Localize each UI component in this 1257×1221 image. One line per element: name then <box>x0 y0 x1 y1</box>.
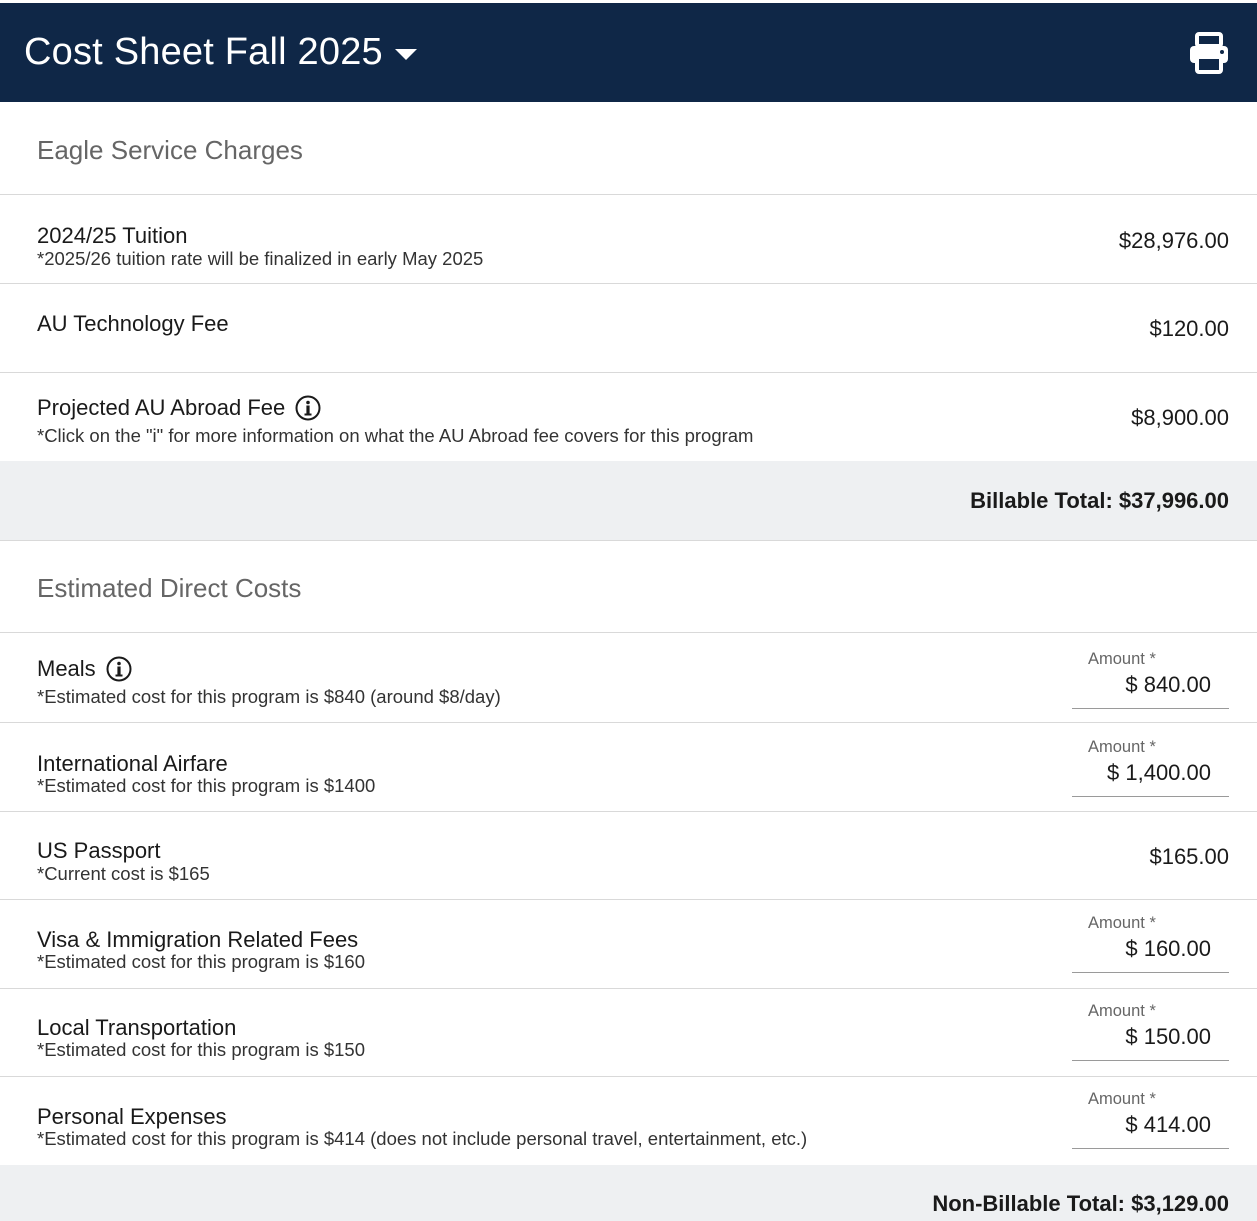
cost-sheet-page: Cost Sheet Fall 2025 Eagle Service Charg… <box>0 0 1257 1221</box>
row-label: US Passport <box>37 838 161 864</box>
personal-expenses-amount-input[interactable]: Amount * $ 414.00 <box>1072 1090 1229 1149</box>
term-selector[interactable]: Cost Sheet Fall 2025 <box>24 31 417 74</box>
cost-row-abroad-fee: Projected AU Abroad Fee *Click on the "i… <box>0 373 1257 462</box>
cost-row-technology-fee: AU Technology Fee $120.00 <box>0 284 1257 373</box>
amount-value[interactable]: $ 840.00 <box>1125 672 1211 698</box>
section-title: Eagle Service Charges <box>37 135 303 165</box>
amount-label: Amount * <box>1088 738 1156 756</box>
row-note: *Current cost is $165 <box>37 863 210 884</box>
row-label-text: Meals <box>37 656 96 681</box>
cost-row-tuition: 2024/25 Tuition *2025/26 tuition rate wi… <box>0 195 1257 284</box>
page-header: Cost Sheet Fall 2025 <box>0 3 1257 102</box>
amount-label: Amount * <box>1088 914 1156 932</box>
row-label: Projected AU Abroad Fee <box>37 395 321 421</box>
row-label: Personal Expenses <box>37 1104 227 1130</box>
row-label: Meals <box>37 656 132 682</box>
row-note: *Estimated cost for this program is $150 <box>37 1039 366 1060</box>
row-label: AU Technology Fee <box>37 311 229 337</box>
local-transportation-amount-input[interactable]: Amount * $ 150.00 <box>1072 1002 1229 1061</box>
row-label-text: Personal Expenses <box>37 1104 227 1129</box>
row-label: International Airfare <box>37 751 228 777</box>
amount-label: Amount * <box>1088 1090 1156 1108</box>
row-value: $165.00 <box>1149 844 1229 869</box>
section-heading-direct: Estimated Direct Costs <box>0 541 1257 633</box>
non-billable-total: Non-Billable Total: $3,129.00 <box>932 1191 1229 1216</box>
amount-value[interactable]: $ 160.00 <box>1125 936 1211 962</box>
cost-row-local-transportation: Local Transportation *Estimated cost for… <box>0 988 1257 1077</box>
cost-row-airfare: International Airfare *Estimated cost fo… <box>0 723 1257 812</box>
section-heading-billable: Eagle Service Charges <box>0 103 1257 195</box>
amount-label: Amount * <box>1088 1002 1156 1020</box>
amount-value[interactable]: $ 414.00 <box>1125 1112 1211 1138</box>
row-value: $120.00 <box>1149 316 1229 341</box>
billable-total: Billable Total: $37,996.00 <box>970 488 1229 513</box>
info-icon[interactable] <box>295 395 321 421</box>
visa-amount-input[interactable]: Amount * $ 160.00 <box>1072 914 1229 973</box>
non-billable-total-bar: Non-Billable Total: $3,129.00 <box>0 1165 1257 1221</box>
row-note: *Estimated cost for this program is $414… <box>37 1128 808 1149</box>
info-icon[interactable] <box>106 656 132 682</box>
airfare-amount-input[interactable]: Amount * $ 1,400.00 <box>1072 738 1229 797</box>
row-label-text: 2024/25 Tuition <box>37 223 188 248</box>
row-note: *Estimated cost for this program is $140… <box>37 775 376 796</box>
row-label: Local Transportation <box>37 1015 236 1041</box>
cost-row-personal-expenses: Personal Expenses *Estimated cost for th… <box>0 1077 1257 1166</box>
row-label-text: Local Transportation <box>37 1015 237 1040</box>
cost-row-meals: Meals *Estimated cost for this program i… <box>0 634 1257 723</box>
section-title: Estimated Direct Costs <box>37 573 302 603</box>
amount-label: Amount * <box>1088 650 1156 668</box>
row-label-text: International Airfare <box>37 751 228 776</box>
row-note: *Estimated cost for this program is $160 <box>37 951 366 972</box>
meals-amount-input[interactable]: Amount * $ 840.00 <box>1072 650 1229 709</box>
row-value: $28,976.00 <box>1118 228 1229 253</box>
chevron-down-icon <box>394 49 417 60</box>
page-title: Cost Sheet Fall 2025 <box>24 31 383 73</box>
billable-total-bar: Billable Total: $37,996.00 <box>0 461 1257 541</box>
row-label-text: Projected AU Abroad Fee <box>37 395 286 420</box>
row-value: $8,900.00 <box>1131 405 1229 430</box>
amount-value[interactable]: $ 1,400.00 <box>1107 760 1211 786</box>
row-note: *Click on the "i" for more information o… <box>37 425 754 446</box>
amount-value[interactable]: $ 150.00 <box>1125 1024 1211 1050</box>
row-label: 2024/25 Tuition <box>37 223 187 249</box>
printer-icon[interactable] <box>1187 31 1231 75</box>
row-note: *2025/26 tuition rate will be finalized … <box>37 248 484 269</box>
row-label: Visa & Immigration Related Fees <box>37 927 358 953</box>
row-note: *Estimated cost for this program is $840… <box>37 686 501 707</box>
row-label-text: US Passport <box>37 838 161 863</box>
cost-row-passport: US Passport *Current cost is $165 $165.0… <box>0 811 1257 900</box>
row-label-text: Visa & Immigration Related Fees <box>37 927 359 952</box>
row-label-text: AU Technology Fee <box>37 311 229 336</box>
cost-row-visa: Visa & Immigration Related Fees *Estimat… <box>0 900 1257 989</box>
